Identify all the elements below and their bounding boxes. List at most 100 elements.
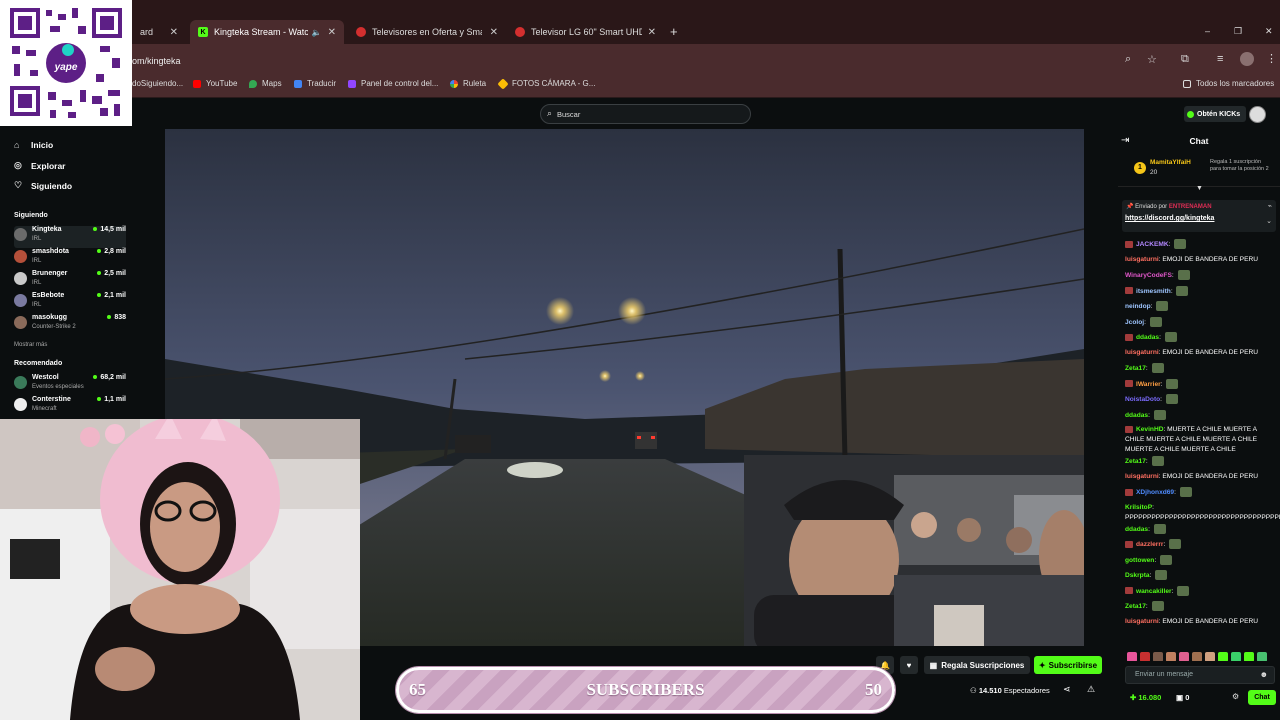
close-tab-icon[interactable]: ✕ [164,27,178,38]
bookmark-translate[interactable]: Traducir [294,79,336,88]
kicks-balance[interactable]: ✚ 16.080 [1130,693,1161,702]
star-bookmark-icon[interactable]: ☆ [1147,53,1157,66]
follow-heart-button[interactable]: ♥ [900,656,918,674]
settings-gear-icon[interactable]: ⚙ [1232,692,1239,701]
sidebar-channel-brunenger[interactable]: Brunenger IRL 2,5 mil [14,270,126,292]
viewer-count: 14.510 [978,686,1002,695]
chat-username[interactable]: WinaryCodeFS [1125,272,1172,279]
media-control-icon[interactable]: ≡ [1217,53,1223,65]
quick-emote-icon[interactable] [1127,652,1137,661]
browser-tab[interactable]: ard ✕ [132,20,186,44]
bookmark-youtube[interactable]: YouTube [193,79,237,88]
chat-username[interactable]: itsmesmith [1136,287,1171,294]
extensions-icon[interactable]: ⧉ [1181,53,1189,66]
chat-username[interactable]: Jcoloj [1125,318,1144,325]
close-tab-icon[interactable]: ✕ [642,27,656,38]
nav-inicio[interactable]: ⌂ Inicio [14,140,53,150]
profile-avatar[interactable] [1240,52,1254,66]
all-bookmarks[interactable]: Todos los marcadores [1183,79,1274,88]
sidebar-channel-kingteka[interactable]: Kingteka IRL 14,5 mil [14,226,126,248]
quick-emote-icon[interactable] [1257,652,1267,661]
close-window-button[interactable]: ✕ [1265,26,1273,37]
chat-username[interactable]: Dskrpta [1125,572,1150,579]
bookmark-fotos[interactable]: FOTOS CÁMARA - G... [497,77,595,90]
send-chat-button[interactable]: Chat [1248,690,1276,705]
minimize-button[interactable]: – [1205,26,1210,36]
chat-username[interactable]: Zeta17 [1125,603,1146,610]
sidebar-channel-conterstine[interactable]: Conterstine Minecraft 1,1 mil [14,396,126,418]
quick-emote-icon[interactable] [1205,652,1215,661]
quick-emote-icon[interactable] [1153,652,1163,661]
sidebar-channel-smashdota[interactable]: smashdota IRL 2,8 mil [14,248,126,270]
browser-tab[interactable]: Televisor LG 60" Smart UHD 4K ✕ [507,20,664,44]
share-icon[interactable]: ⋖ [1063,684,1071,695]
chat-username[interactable]: KevinHD [1136,426,1163,433]
chat-username[interactable]: JACKEMK [1136,241,1169,248]
sidebar-channel-westcol[interactable]: Westcol Eventos especiales 68,2 mil [14,374,126,396]
quick-emote-icon[interactable] [1140,652,1150,661]
unpin-icon[interactable]: ⌁ [1268,202,1272,210]
quick-emote-icon[interactable] [1166,652,1176,661]
chat-input[interactable]: Enviar un mensaje ☻ [1125,666,1275,684]
nav-explorar[interactable]: ◎ Explorar [14,160,66,171]
chat-username[interactable]: luisgaturni [1125,256,1159,263]
subs-balance[interactable]: ▣ 0 [1176,693,1189,702]
chat-username[interactable]: XDjhonxd69 [1136,489,1174,496]
chevron-down-icon[interactable]: ⌄ [1266,217,1272,225]
chat-username[interactable]: gottowen [1125,556,1154,563]
bookmark-item[interactable]: doSiguiendo... [132,79,183,88]
chat-username[interactable]: ddadas [1136,334,1159,341]
zoom-search-icon[interactable]: ⌕ [1125,53,1131,66]
chat-username[interactable]: neindop [1125,303,1151,310]
quick-emote-icon[interactable] [1179,652,1189,661]
gift-cta-text[interactable]: Regala 1 suscripción para tomar la posic… [1202,159,1272,173]
chat-username[interactable]: ddadas [1125,525,1148,532]
search-input[interactable]: Buscar [557,110,580,119]
sidebar-channel-esbebote[interactable]: EsBebote IRL 2,1 mil [14,292,126,314]
chat-username[interactable]: wancakiller [1136,587,1172,594]
maximize-button[interactable]: ❐ [1234,26,1242,37]
chat-username[interactable]: luisgaturni [1125,473,1159,480]
browser-menu-icon[interactable]: ⋮ [1266,52,1277,65]
close-tab-icon[interactable]: ✕ [322,27,336,38]
bookmark-ruleta[interactable]: Ruleta [450,79,486,88]
report-warning-icon[interactable]: ⚠ [1087,684,1095,695]
quick-emote-icon[interactable] [1244,652,1254,661]
chat-username[interactable]: Zeta17 [1125,365,1146,372]
url-field[interactable]: om/kingteka [132,56,181,66]
show-more-link[interactable]: Mostrar más [14,342,47,348]
chat-username[interactable]: Zeta17 [1125,458,1146,465]
nav-siguiendo[interactable]: ♡ Siguiendo [14,180,72,191]
emote-icon [1151,601,1164,611]
chat-username[interactable]: luisgaturni [1125,618,1159,625]
quick-emote-icon[interactable] [1231,652,1241,661]
chat-username[interactable]: luisgaturni [1125,349,1159,356]
pinned-user[interactable]: ENTRENAMAN [1169,204,1212,210]
emoji-icon[interactable]: ☻ [1260,670,1268,679]
quick-emote-icon[interactable] [1192,652,1202,661]
get-kicks-button[interactable]: Obtén KICKs [1184,106,1246,122]
browser-tab-active[interactable]: K Kingteka Stream - Watch Li 🔈 ✕ [190,20,344,44]
search-box[interactable]: ⌕ Buscar [540,104,751,124]
speaker-icon[interactable]: 🔈 [312,28,322,37]
new-tab-button[interactable]: + [670,24,678,39]
bookmark-panel[interactable]: Panel de control del... [348,79,438,88]
filter-icon[interactable]: ▼ [1196,185,1203,192]
chat-username[interactable]: KrilsitoP [1125,504,1152,511]
chat-username[interactable]: NoistaDoto [1125,396,1160,403]
pinned-header: 📌 Enviado por ENTRENAMAN [1126,203,1212,210]
close-tab-icon[interactable]: ✕ [484,27,498,38]
user-avatar[interactable] [1249,106,1266,123]
viewer-count: 14,5 mil [93,226,126,233]
leader-user[interactable]: MamitaYlfaiH [1150,159,1191,166]
sidebar-channel-masokugg[interactable]: masokugg Counter-Strike 2 838 [14,314,126,336]
quick-emote-icon[interactable] [1218,652,1228,661]
bookmark-maps[interactable]: Maps [249,79,282,88]
pinned-link[interactable]: https://discord.gg/kingteka [1125,215,1214,222]
subscribe-button[interactable]: ✦ Subscribirse [1034,656,1102,674]
chat-username[interactable]: dazzlerrr [1136,541,1164,548]
gift-subs-button[interactable]: ▦ Regala Suscripciones [924,656,1030,674]
browser-tab[interactable]: Televisores en Oferta y Smart T ✕ [348,20,506,44]
chat-username[interactable]: ddadas [1125,411,1148,418]
chat-username[interactable]: IWarrier [1136,380,1161,387]
